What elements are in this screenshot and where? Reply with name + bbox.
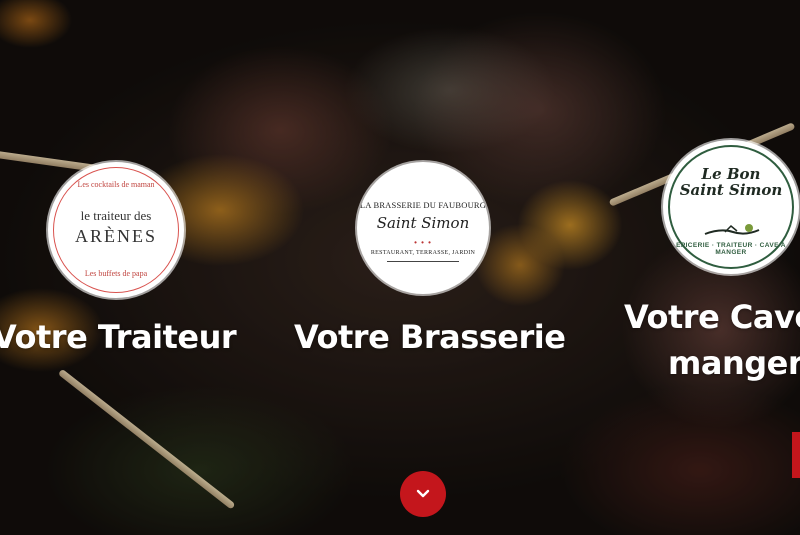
side-tab-button[interactable]: [792, 432, 800, 478]
logo-line-2: Saint Simon: [679, 181, 783, 199]
cave-caption-link[interactable]: Votre Cave manger: [624, 294, 800, 386]
logo-bottom-text: Les buffets de papa: [84, 269, 148, 278]
logo-line-2: Saint Simon: [376, 214, 470, 232]
traiteur-logo-link[interactable]: Les cocktails de maman le traiteur des A…: [48, 162, 184, 298]
traiteur-caption-link[interactable]: Votre Traiteur: [0, 318, 237, 356]
logo-line-2: ARÈNES: [74, 226, 157, 246]
logo-title: Le Bon Saint Simon: [663, 166, 799, 198]
caption-line-1: Votre Cave: [624, 298, 800, 336]
logo-top-text: Les cocktails de maman: [77, 180, 155, 189]
caption-line-2: manger: [668, 344, 800, 382]
scroll-down-button[interactable]: [400, 471, 446, 517]
logo-line-1: le traiteur des: [80, 208, 152, 223]
logo-ornament-icon: • • •: [414, 238, 432, 247]
chevron-down-icon: [416, 489, 430, 498]
logo-arc-text: EPICERIE · TRAITEUR · CAVE A MANGER: [676, 242, 786, 256]
reclining-figure-icon: [704, 224, 760, 235]
logo-line-3: RESTAURANT, TERRASSE, JARDIN: [370, 250, 476, 256]
logo-divider: [387, 261, 459, 262]
brasserie-caption-link[interactable]: Votre Brasserie: [294, 318, 566, 356]
logo-line-1: LA BRASSERIE DU FAUBOURG: [359, 200, 487, 210]
brasserie-logo-link[interactable]: LA BRASSERIE DU FAUBOURG Saint Simon • •…: [357, 162, 489, 294]
cave-logo-link[interactable]: Le Bon Saint Simon EPICERIE · TRAITEUR ·…: [663, 140, 799, 274]
